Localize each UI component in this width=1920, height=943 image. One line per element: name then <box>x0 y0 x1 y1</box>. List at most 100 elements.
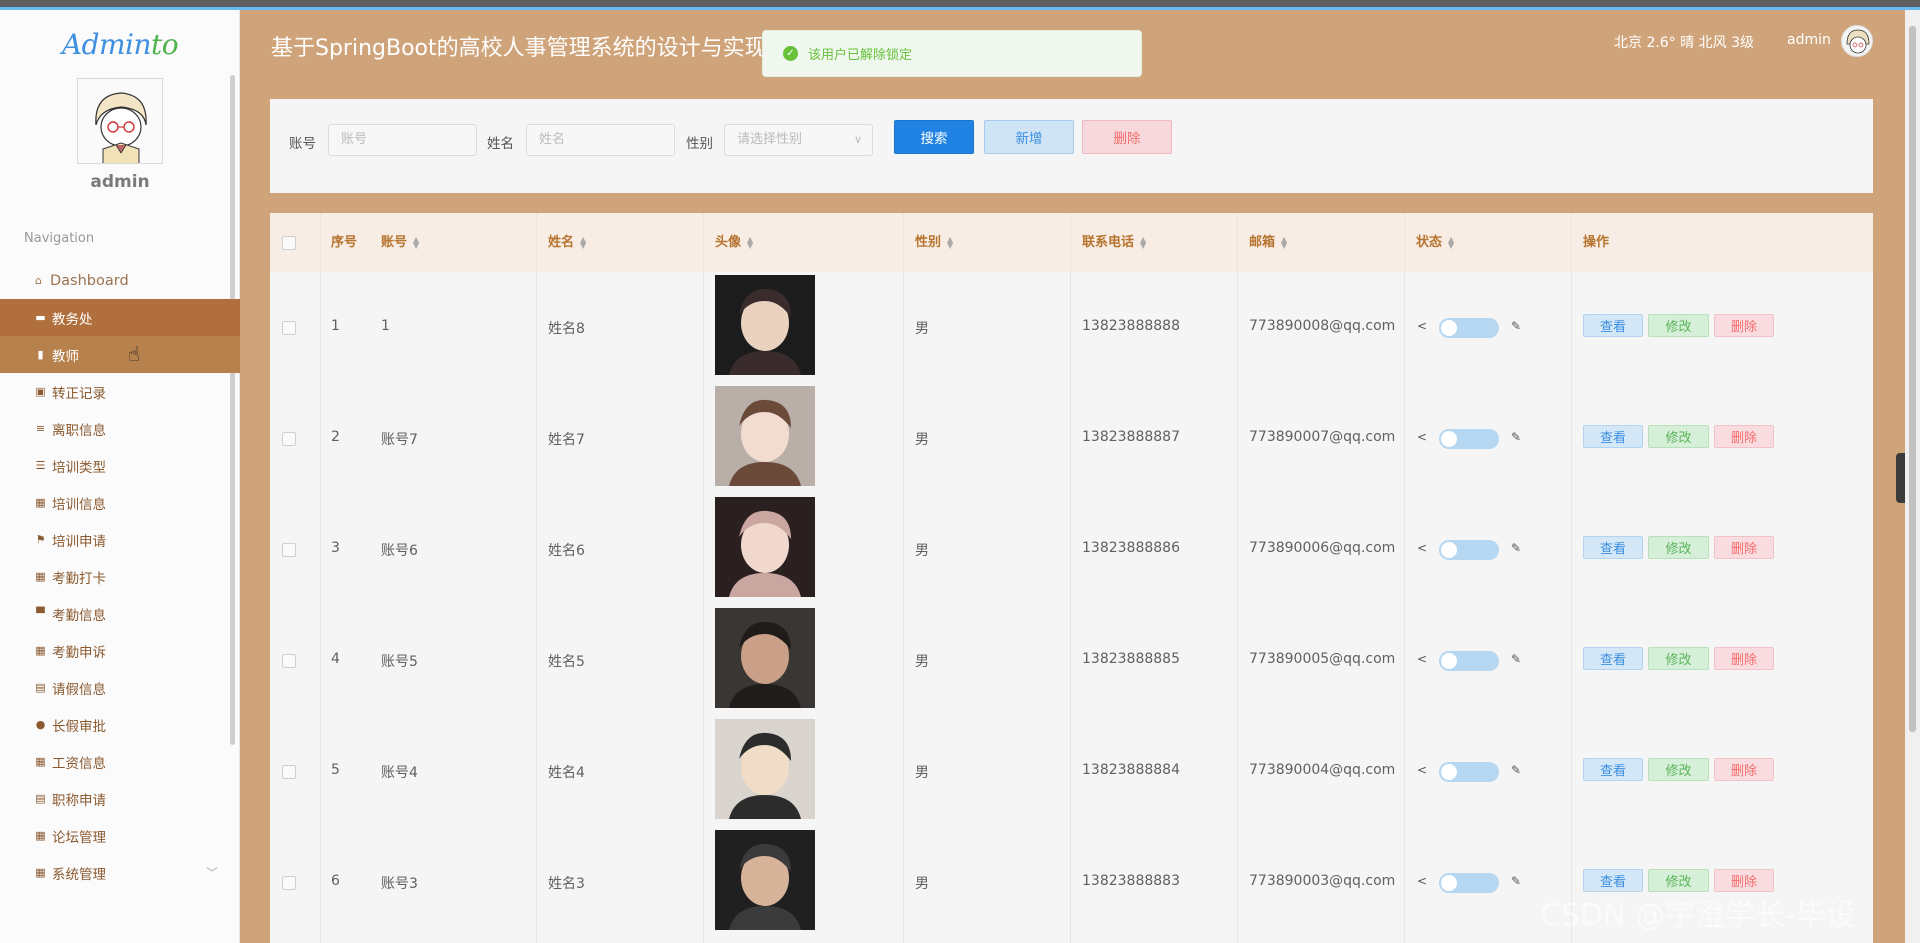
status-toggle[interactable] <box>1439 873 1499 893</box>
sort-icon[interactable]: ▲ ▼ <box>947 235 953 249</box>
cell-email: 773890008@qq.com <box>1249 318 1396 334</box>
sidebar-item-training-info[interactable]: ▦ 培训信息 <box>0 484 240 521</box>
status-toggle[interactable] <box>1439 651 1499 671</box>
sidebar-item-attendance-clock[interactable]: ▦ 考勤打卡 <box>0 558 240 595</box>
cell-phone: 13823888884 <box>1082 762 1180 778</box>
sidebar-item-training-apply[interactable]: ⚑ 培训申请 <box>0 521 240 558</box>
share-icon[interactable]: < <box>1417 874 1427 888</box>
sort-icon[interactable]: ▲ ▼ <box>1281 235 1287 249</box>
row-checkbox[interactable] <box>282 321 296 335</box>
pencil-icon[interactable]: ✎ <box>1511 319 1521 333</box>
grid-icon: ▦ <box>35 496 46 509</box>
add-button[interactable]: 新增 <box>984 120 1074 154</box>
row-checkbox[interactable] <box>282 432 296 446</box>
avatar-photo[interactable] <box>715 386 815 486</box>
account-input[interactable]: 账号 <box>328 124 477 156</box>
gender-select[interactable]: 请选择性别 ∨ <box>724 124 873 156</box>
sidebar-item-system[interactable]: ▦ 系统管理 ﹀ <box>0 854 240 891</box>
sidebar-item-teacher[interactable]: ▮ 教师 <box>0 336 240 373</box>
edit-button[interactable]: 修改 <box>1648 869 1709 892</box>
share-icon[interactable]: < <box>1417 319 1427 333</box>
header-avatar[interactable] <box>1841 25 1873 57</box>
avatar-photo[interactable] <box>715 830 815 930</box>
avatar-photo[interactable] <box>715 275 815 375</box>
view-button[interactable]: 查看 <box>1583 647 1643 670</box>
edit-button[interactable]: 修改 <box>1648 758 1709 781</box>
avatar-photo[interactable] <box>715 497 815 597</box>
pencil-icon[interactable]: ✎ <box>1511 874 1521 888</box>
share-icon[interactable]: < <box>1417 763 1427 777</box>
sidebar-item-attendance-info[interactable]: ▀ 考勤信息 <box>0 595 240 632</box>
delete-button[interactable]: 删除 <box>1714 758 1774 781</box>
avatar-photo[interactable] <box>715 719 815 819</box>
sidebar-item-resignation[interactable]: ≡ 离职信息 <box>0 410 240 447</box>
view-button[interactable]: 查看 <box>1583 425 1643 448</box>
sort-icon[interactable]: ▲ ▼ <box>413 235 419 249</box>
sort-icon[interactable]: ▲ ▼ <box>1140 235 1146 249</box>
delete-button[interactable]: 删除 <box>1714 647 1774 670</box>
view-button[interactable]: 查看 <box>1583 758 1643 781</box>
sidebar-item-forum[interactable]: ▦ 论坛管理 <box>0 817 240 854</box>
share-icon[interactable]: < <box>1417 541 1427 555</box>
delete-button[interactable]: 删除 <box>1714 425 1774 448</box>
status-toggle[interactable] <box>1439 318 1499 338</box>
search-button[interactable]: 搜索 <box>894 120 974 154</box>
name-input[interactable]: 姓名 <box>526 124 675 156</box>
status-toggle[interactable] <box>1439 429 1499 449</box>
view-button[interactable]: 查看 <box>1583 869 1643 892</box>
pencil-icon[interactable]: ✎ <box>1511 430 1521 444</box>
edit-button[interactable]: 修改 <box>1648 536 1709 559</box>
col-status[interactable]: 状态 ▲ ▼ <box>1416 213 1454 272</box>
status-toggle[interactable] <box>1439 540 1499 560</box>
edit-button[interactable]: 修改 <box>1648 314 1709 337</box>
view-button[interactable]: 查看 <box>1583 314 1643 337</box>
header-username[interactable]: admin <box>1787 32 1831 48</box>
col-email[interactable]: 邮箱 ▲ ▼ <box>1249 213 1287 272</box>
view-button[interactable]: 查看 <box>1583 536 1643 559</box>
grid-icon: ▦ <box>35 866 46 879</box>
share-icon[interactable]: < <box>1417 430 1427 444</box>
row-checkbox[interactable] <box>282 654 296 668</box>
sort-icon[interactable]: ▲ ▼ <box>1448 235 1454 249</box>
avatar-photo[interactable] <box>715 608 815 708</box>
col-avatar[interactable]: 头像 ▲ ▼ <box>715 213 753 272</box>
row-checkbox[interactable] <box>282 543 296 557</box>
pencil-icon[interactable]: ✎ <box>1511 763 1521 777</box>
page-scrollbar[interactable] <box>1905 10 1920 943</box>
sidebar-item-leave-info[interactable]: ▤ 请假信息 <box>0 669 240 706</box>
share-icon[interactable]: < <box>1417 652 1427 666</box>
sidebar-item-training-type[interactable]: ☰ 培训类型 <box>0 447 240 484</box>
nav-section-title: Navigation <box>24 231 95 246</box>
pencil-icon[interactable]: ✎ <box>1511 541 1521 555</box>
sidebar-item-attendance-appeal[interactable]: ▦ 考勤申诉 <box>0 632 240 669</box>
col-phone[interactable]: 联系电话 ▲ ▼ <box>1082 213 1146 272</box>
row-checkbox[interactable] <box>282 876 296 890</box>
sidebar-item-long-leave[interactable]: ● 长假审批 <box>0 706 240 743</box>
sidebar-item-dashboard[interactable]: ⌂ Dashboard <box>0 262 240 299</box>
col-ops: 操作 <box>1583 235 1610 250</box>
sidebar-item-title-apply[interactable]: ▤ 职称申请 <box>0 780 240 817</box>
window-top-bar <box>0 0 1920 10</box>
sort-icon[interactable]: ▲ ▼ <box>580 235 586 249</box>
hand-cursor-icon: ☝ <box>128 342 141 366</box>
delete-button[interactable]: 删除 <box>1714 536 1774 559</box>
edit-button[interactable]: 修改 <box>1648 647 1709 670</box>
sort-icon[interactable]: ▲ ▼ <box>747 235 753 249</box>
status-toggle[interactable] <box>1439 762 1499 782</box>
col-account[interactable]: 账号 ▲ ▼ <box>381 213 419 272</box>
sidebar-item-regularization[interactable]: ▣ 转正记录 <box>0 373 240 410</box>
delete-button[interactable]: 删除 <box>1714 314 1774 337</box>
pencil-icon[interactable]: ✎ <box>1511 652 1521 666</box>
user-avatar[interactable] <box>77 78 163 164</box>
cell-gender: 男 <box>915 876 929 892</box>
col-gender[interactable]: 性别 ▲ ▼ <box>915 213 953 272</box>
delete-button[interactable]: 删除 <box>1714 869 1774 892</box>
col-name[interactable]: 姓名 ▲ ▼ <box>548 213 586 272</box>
select-all-checkbox[interactable] <box>282 236 296 250</box>
account-label: 账号 <box>289 136 316 152</box>
sidebar-item-academic-office[interactable]: ▬ 教务处 <box>0 299 240 336</box>
edit-button[interactable]: 修改 <box>1648 425 1709 448</box>
batch-delete-button[interactable]: 删除 <box>1082 120 1172 154</box>
row-checkbox[interactable] <box>282 765 296 779</box>
sidebar-item-salary[interactable]: ▦ 工资信息 <box>0 743 240 780</box>
